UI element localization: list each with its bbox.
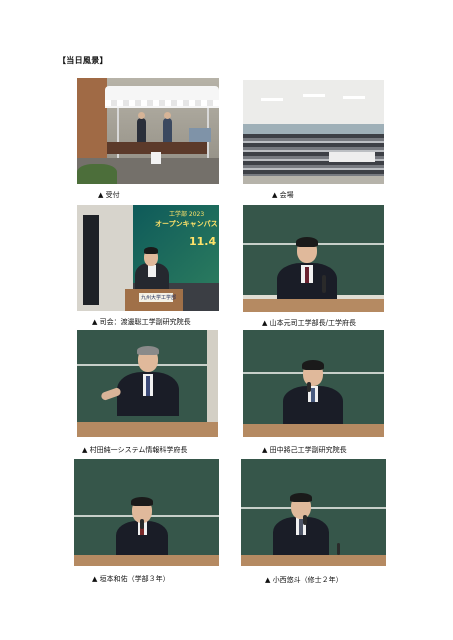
caption-reception: ▲ 受付 [98,191,120,199]
podium-label-text: 九州大学工学部 [141,295,177,301]
banner-title-text: オープンキャンパス [155,220,218,228]
photo-murata [77,330,218,437]
caption-tanaka: ▲ 田中將己工学副研究院長 [262,446,347,454]
banner-date-text: 11.4 [189,235,217,248]
caption-konishi: ▲ 小西悠斗（修士２年） [265,576,343,584]
caption-mc: ▲ 司会：渡邊聡工学副研究院長 [92,318,191,326]
caption-murata: ▲ 村田純一システム情報科学府長 [82,446,188,454]
photo-yamamoto [243,205,384,312]
photo-venue [243,80,384,184]
page-heading: 【当日風景】 [58,55,108,65]
photo-tanaka [243,330,384,437]
caption-yamamoto: ▲ 山本元司工学部長/工学府長 [262,319,356,327]
caption-venue: ▲ 会場 [272,191,294,199]
photo-konishi [241,459,386,566]
photo-reception [77,78,219,184]
banner-top-text: 工学部 2023 [169,211,205,218]
photo-mc: 工学部 2023 オープンキャンパス 11.4 九州大学工学部 [77,205,219,311]
caption-kakimoto: ▲ 垣本和佑（学部３年） [92,575,170,583]
photo-kakimoto [74,459,219,566]
